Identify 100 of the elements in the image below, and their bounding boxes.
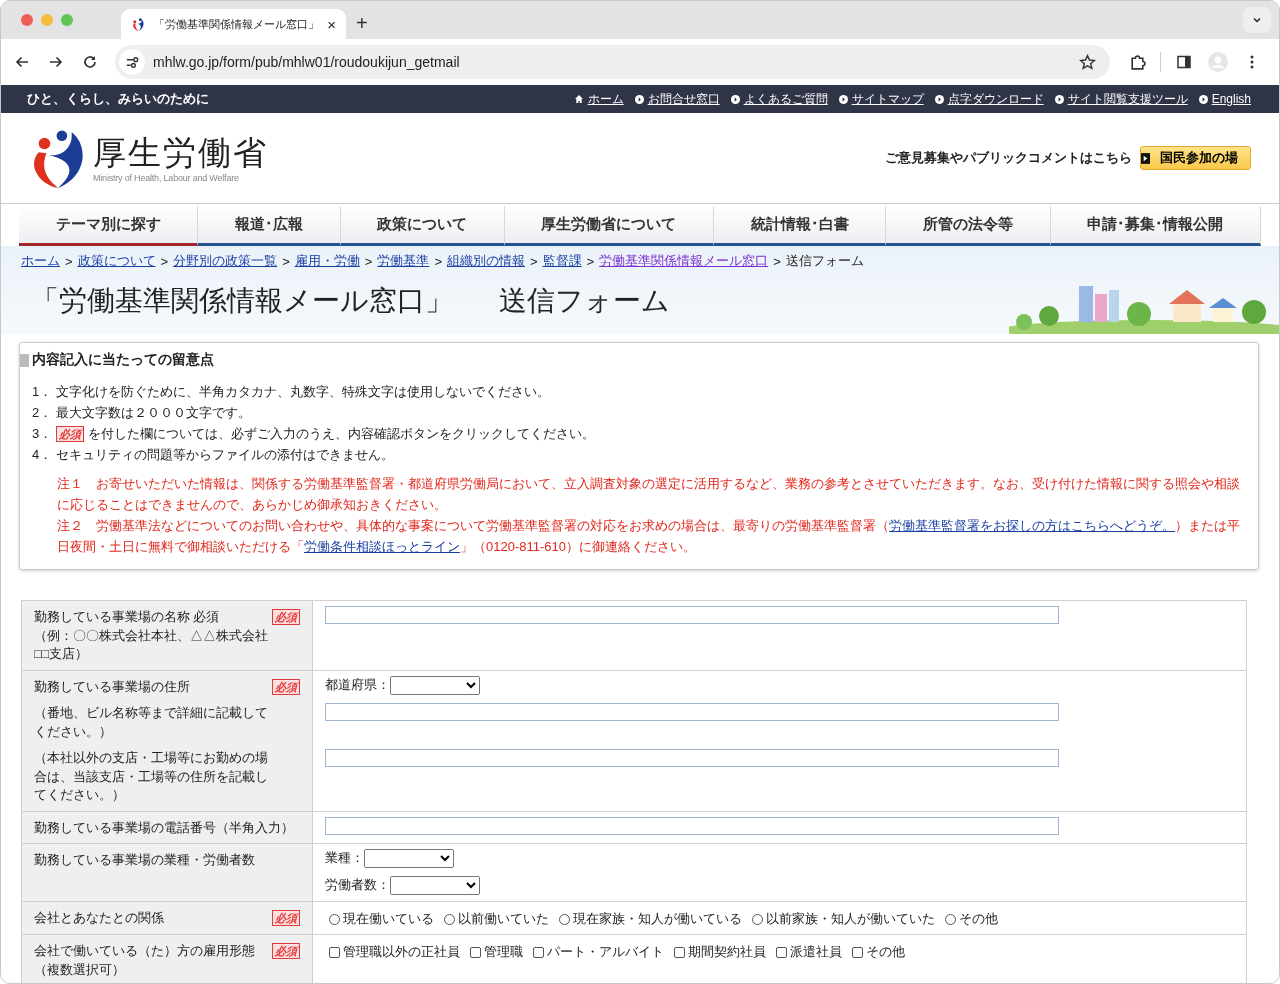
checkbox[interactable] (329, 947, 340, 958)
breadcrumb-separator: > (434, 253, 442, 269)
list-number: 2． (32, 404, 53, 422)
select-label: 業種： (325, 850, 364, 867)
tune-icon (124, 54, 140, 70)
required-badge: 必須 (272, 943, 300, 959)
note-link[interactable]: 労働基準監督署をお探しの方はこちらへどうぞ。 (889, 518, 1175, 533)
checkbox-label[interactable]: パート・アルバイト (547, 944, 664, 961)
checkbox-label[interactable]: 管理職 (484, 944, 523, 961)
radio-label[interactable]: 現在働いている (343, 911, 434, 928)
utility-link[interactable]: English (1198, 92, 1251, 106)
list-number: 3． (32, 425, 53, 443)
field-label: （番地、ビル名称等まで詳細に記載してください。） (34, 705, 269, 741)
list-number: 4． (32, 446, 53, 464)
radio-label[interactable]: 以前家族・知人が働いていた (766, 911, 935, 928)
arrow-circle-icon (1054, 94, 1064, 104)
notice-text: セキュリティの問題等からファイルの添付はできません。 (56, 446, 395, 464)
field-label: 会社で働いている（た）方の雇用形態 (34, 943, 256, 960)
input-field[interactable] (325, 606, 1059, 624)
close-tab-button[interactable]: × (327, 15, 336, 33)
utility-link[interactable]: サイト閲覧支援ツール (1054, 90, 1188, 108)
field-label: 勤務している事業場の業種・労働者数 (34, 852, 256, 869)
notice-text: を付した欄については、必ずご入力のうえ、内容確認ボタンをクリックしてください。 (88, 425, 596, 443)
back-arrow-icon (14, 54, 30, 70)
more-menu-icon (1250, 54, 1254, 70)
breadcrumb-link[interactable]: ホーム (21, 252, 60, 270)
note-paragraph: 注１ お寄せいただいた情報は、関係する労働基準監督署・都道府県労働局において、立入調査対象の選定に活用するなど、業務の参考とさせていただきます。なお、受け付けた情報に関する照会や相談に応じることはできませんので、あらかじめ御承知おきください。 (57, 475, 1241, 514)
notice-heading: 内容記入に当たっての留意点 (32, 351, 214, 369)
page-title: 「労働基準関係情報メール窓口」 (31, 284, 453, 318)
breadcrumb-link[interactable]: 労働基準 (377, 252, 430, 270)
side-panel-icon (1176, 54, 1192, 70)
nav-tab[interactable]: 報道･広報 (198, 206, 341, 246)
breadcrumb-link[interactable]: 分野別の政策一覧 (173, 252, 278, 270)
utility-link[interactable]: ホーム (573, 90, 624, 108)
input-field[interactable] (325, 702, 1059, 721)
nav-tab[interactable]: 所管の法令等 (886, 206, 1051, 246)
bookmark-star-icon[interactable] (1079, 53, 1096, 71)
nav-tab[interactable]: 統計情報･白書 (714, 206, 887, 246)
arrow-circle-icon (934, 94, 944, 104)
arrow-icon (1141, 152, 1150, 164)
nav-tab[interactable]: 政策について (340, 206, 505, 246)
dropdown[interactable] (390, 876, 480, 895)
breadcrumb-separator: > (586, 253, 595, 269)
tab-title: 「労働基準関係情報メール窓口」 (154, 16, 320, 32)
arrow-circle-icon (1198, 94, 1208, 104)
nav-tab[interactable]: テーマ別に探す (19, 206, 199, 246)
checkbox-label[interactable]: その他 (866, 944, 905, 961)
select-label: 労働者数： (325, 877, 390, 894)
note-link[interactable]: 労働条件相談ほっとライン (304, 539, 460, 554)
checkbox[interactable] (533, 947, 544, 958)
forward-arrow-icon (48, 54, 64, 70)
breadcrumb-link[interactable]: 雇用・労働 (294, 252, 360, 270)
avatar-icon (1208, 52, 1228, 72)
heading-marker (20, 353, 29, 367)
breadcrumb-separator: > (282, 253, 290, 269)
breadcrumb-link[interactable]: 政策について (77, 252, 156, 270)
breadcrumb-separator: > (773, 253, 781, 269)
browser-tab[interactable]: 「労働基準関係情報メール窓口」 × (121, 9, 346, 39)
checkbox-label[interactable]: 派遣社員 (790, 944, 842, 961)
site-tagline: ひと、くらし、みらいのために (27, 90, 209, 108)
radio-label[interactable]: その他 (959, 911, 998, 928)
nav-tab[interactable]: 申請･募集･情報公開 (1050, 206, 1261, 246)
ministry-name: 厚生労働省 (93, 133, 268, 173)
checkbox[interactable] (776, 947, 787, 958)
radio-label[interactable]: 以前働いていた (458, 911, 549, 928)
breadcrumb-link[interactable]: 労働基準関係情報メール窓口 (599, 252, 769, 270)
utility-link[interactable]: 点字ダウンロード (934, 90, 1044, 108)
arrow-circle-icon (838, 94, 848, 104)
breadcrumb-current: 送信フォーム (785, 252, 864, 270)
breadcrumb-separator: > (364, 253, 373, 269)
utility-link[interactable]: お問合せ窓口 (634, 90, 720, 108)
breadcrumb-link[interactable]: 監督課 (542, 252, 582, 270)
select-label: 都道府県： (325, 676, 390, 694)
dropdown[interactable] (390, 675, 480, 695)
checkbox[interactable] (852, 947, 863, 958)
field-label: 会社とあなたとの関係 (34, 910, 165, 927)
field-label: 勤務している事業場の名称 必須 (34, 609, 221, 626)
dropdown[interactable] (364, 849, 454, 868)
site-info-button[interactable] (119, 49, 145, 75)
ministry-english-name: Ministry of Health, Labour and Welfare (93, 173, 240, 183)
checkbox-label[interactable]: 期間契約社員 (688, 944, 766, 961)
utility-link[interactable]: サイトマップ (838, 90, 924, 108)
input-field[interactable] (325, 748, 1059, 767)
participation-button[interactable]: 国民参加の場 (1140, 146, 1251, 170)
url-text: mhlw.go.jp/form/pub/mhlw01/roudoukijun_getmail (153, 54, 460, 70)
input-field[interactable] (325, 816, 1059, 835)
utility-link[interactable]: よくあるご質問 (730, 90, 828, 108)
puzzle-icon (1128, 53, 1146, 71)
site-favicon-icon (131, 16, 146, 32)
checkbox[interactable] (470, 947, 481, 958)
close-window-button[interactable] (21, 14, 33, 26)
checkbox-label[interactable]: 管理職以外の正社員 (343, 944, 460, 961)
new-tab-button[interactable]: + (356, 12, 368, 35)
address-bar[interactable]: mhlw.go.jp/form/pub/mhlw01/roudoukijun_getmail (115, 45, 1110, 79)
nav-tab[interactable]: 厚生労働省について (504, 206, 715, 246)
radio-label[interactable]: 現在家族・知人が働いている (573, 911, 742, 928)
checkbox[interactable] (674, 947, 685, 958)
page-title: 送信フォーム (499, 284, 670, 318)
field-label: 勤務している事業場の住所 (34, 678, 191, 696)
breadcrumb-link[interactable]: 組織別の情報 (446, 252, 525, 270)
